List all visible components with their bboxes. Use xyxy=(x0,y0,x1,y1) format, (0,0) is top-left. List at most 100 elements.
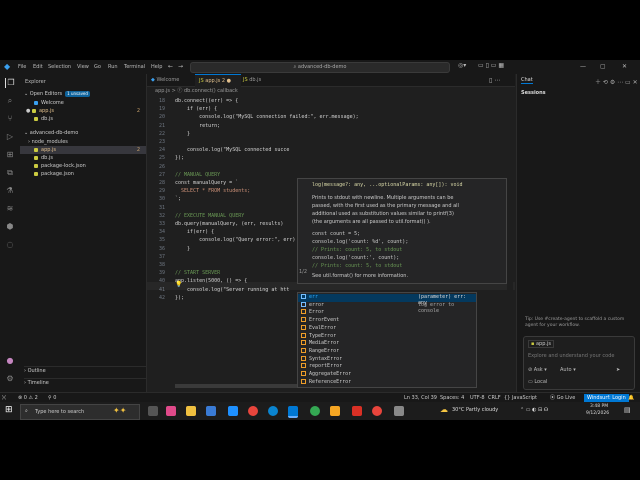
open-editor-db-js[interactable]: db.js xyxy=(20,115,146,123)
editor-scrollbar[interactable] xyxy=(507,96,513,392)
task-view-icon[interactable] xyxy=(148,406,158,416)
suggest-item[interactable]: ErrorEvent xyxy=(298,317,476,325)
indentation[interactable]: Spaces: 4 xyxy=(440,393,464,402)
windsurf-icon[interactable]: ≋ xyxy=(5,204,15,214)
notification-center-icon[interactable]: ▤ xyxy=(624,406,631,414)
tree-db-js[interactable]: db.js xyxy=(20,154,146,162)
explorer-icon[interactable]: ❐ xyxy=(5,78,16,88)
tree-package-json[interactable]: package.json xyxy=(20,170,146,178)
xampp-icon[interactable] xyxy=(330,406,340,416)
search-icon[interactable]: ⌕ xyxy=(5,96,15,106)
suggest-item[interactable]: EvalError xyxy=(298,324,476,333)
minimize-icon[interactable]: — xyxy=(580,63,586,70)
menu-view[interactable]: View xyxy=(77,64,89,70)
language-mode[interactable]: {} JavaScript xyxy=(504,393,537,402)
source-control-icon[interactable]: ⑂ xyxy=(5,114,15,124)
encoding[interactable]: UTF-8 xyxy=(470,393,485,402)
chat-title[interactable]: Chat xyxy=(521,77,533,84)
chat-toolbar-icons[interactable]: ＋ ⟲ ⚙ ⋯ ▭ ✕ xyxy=(595,77,638,86)
edge-icon[interactable] xyxy=(268,406,278,416)
code-line: `; xyxy=(175,196,182,203)
settings-gear-icon[interactable]: ⚙ xyxy=(5,374,15,384)
maximize-icon[interactable]: ▢ xyxy=(600,63,606,70)
remote-explorer-icon[interactable]: ⧉ xyxy=(5,168,15,178)
suggest-item-label: Error xyxy=(309,309,325,316)
go-live-button[interactable]: ⦿ Go Live xyxy=(550,393,575,402)
project-folder-header[interactable]: ⌄ advanced-db-demo xyxy=(24,129,150,137)
store-icon[interactable] xyxy=(206,406,216,416)
app-red-icon[interactable] xyxy=(352,406,362,416)
problems-indicator[interactable]: ⊗ 0 ⚠ 2 xyxy=(18,393,38,402)
clock-time[interactable]: 3:48 PM xyxy=(590,404,608,409)
code-line: db.connect((err) => { xyxy=(175,98,239,104)
copilot-app-icon[interactable] xyxy=(166,406,176,416)
weather-text[interactable]: 30°C Partly cloudy xyxy=(452,407,498,413)
remote-indicator-icon[interactable]: ⟩⟨ xyxy=(2,393,6,402)
open-editor-welcome[interactable]: Welcome xyxy=(20,99,146,107)
outline-section[interactable]: › Outline xyxy=(24,366,150,375)
notifications-bell-icon[interactable]: 🔔 xyxy=(628,393,634,402)
split-editor-icon[interactable]: ▯ ⋯ xyxy=(489,77,500,84)
windows-start-icon[interactable]: ⊞ xyxy=(5,405,13,415)
chat-icon[interactable]: ◌ xyxy=(5,240,15,250)
run-debug-icon[interactable]: ▷ xyxy=(5,132,15,142)
suggest-item[interactable]: reportError xyxy=(298,363,476,371)
suggest-item[interactable]: AggregateError xyxy=(298,371,476,379)
account-icon[interactable]: ● xyxy=(5,356,15,366)
chat-context-file[interactable]: ▪ app.js xyxy=(528,340,554,348)
line-number: 34 xyxy=(158,229,165,236)
ports-indicator[interactable]: ⚲ 0 xyxy=(48,393,56,402)
suggest-item[interactable]: RangeError xyxy=(298,347,476,356)
chat-mode-select[interactable]: ⊘ Ask ▾ xyxy=(528,367,547,373)
open-editors-header[interactable]: ⌄ Open Editors 1 unsaved xyxy=(24,90,150,98)
file-explorer-icon[interactable] xyxy=(186,406,196,416)
send-icon[interactable]: ➤ xyxy=(616,367,620,373)
chrome-profile-icon[interactable] xyxy=(310,406,320,416)
menu-run[interactable]: Run xyxy=(108,64,118,70)
tree-app-js[interactable]: app.js 2 xyxy=(20,146,146,154)
menu-selection[interactable]: Selection xyxy=(48,64,71,70)
chat-input[interactable]: Explore and understand your code xyxy=(528,353,628,359)
suggest-item[interactable]: ReferenceError xyxy=(298,378,476,387)
tree-package-lock-json[interactable]: package-lock.json xyxy=(20,162,146,170)
layout-icon[interactable]: ▭ ▯ ▭ ▦ xyxy=(478,62,504,69)
vscode-taskbar-icon[interactable] xyxy=(288,406,298,418)
chat-local-select[interactable]: ▭ Local xyxy=(528,379,547,385)
menu-go[interactable]: Go xyxy=(94,64,101,70)
taskbar-search[interactable]: ⌕ Type here to search ✦✦ xyxy=(20,404,140,420)
back-arrow-icon[interactable]: ← xyxy=(168,63,173,70)
chrome-icon[interactable] xyxy=(248,406,258,416)
end-of-line[interactable]: CRLF xyxy=(488,393,501,402)
menu-help[interactable]: Help xyxy=(151,64,162,70)
mail-icon[interactable] xyxy=(228,406,238,416)
docker-icon[interactable]: ⬢ xyxy=(5,222,15,232)
menu-edit[interactable]: Edit xyxy=(33,64,43,70)
unsaved-dot-icon[interactable]: ● xyxy=(227,78,231,84)
extensions-icon[interactable]: ⊞ xyxy=(5,150,15,160)
clock-date[interactable]: 9/12/2026 xyxy=(586,411,609,416)
tab-welcome[interactable]: ◆ Welcome xyxy=(147,74,189,86)
suggest-item[interactable]: MediaError xyxy=(298,340,476,348)
tree-node-modules[interactable]: › node_modules xyxy=(20,138,146,146)
forward-arrow-icon[interactable]: → xyxy=(178,63,183,70)
menu-terminal[interactable]: Terminal xyxy=(124,64,145,70)
app-gray-icon[interactable] xyxy=(394,406,404,416)
close-icon[interactable]: ✕ xyxy=(622,63,627,70)
chat-model-select[interactable]: Auto ▾ xyxy=(560,367,576,373)
tab-db-js[interactable]: JS db.js xyxy=(239,74,275,86)
tab-app-js[interactable]: JS app.js 2 ● xyxy=(195,74,241,87)
timeline-section[interactable]: › Timeline xyxy=(24,378,150,387)
chrome-alt-icon[interactable] xyxy=(372,406,382,416)
suggest-item[interactable]: SyntaxError xyxy=(298,355,476,364)
windsurf-login-button[interactable]: Windsurf: Login xyxy=(584,394,629,402)
menu-file[interactable]: File xyxy=(18,64,26,70)
copilot-icon[interactable]: ◎▾ xyxy=(458,62,466,69)
hover-see-also: See util.format() for more information. xyxy=(312,273,409,279)
cursor-position[interactable]: Ln 33, Col 39 xyxy=(404,393,437,402)
suggest-item[interactable]: TypeError xyxy=(298,332,476,341)
open-editor-app-js[interactable]: ● app.js 2 xyxy=(20,107,146,115)
testing-icon[interactable]: ⚗ xyxy=(5,186,15,196)
system-tray-icons[interactable]: ⌃ ▭ ◐ ⊟ ☊ xyxy=(520,407,548,413)
code-line: db.query(manualQuery, (err, results) xyxy=(175,221,284,227)
command-center-search[interactable]: ⌕ advanced-db-demo xyxy=(190,62,450,73)
